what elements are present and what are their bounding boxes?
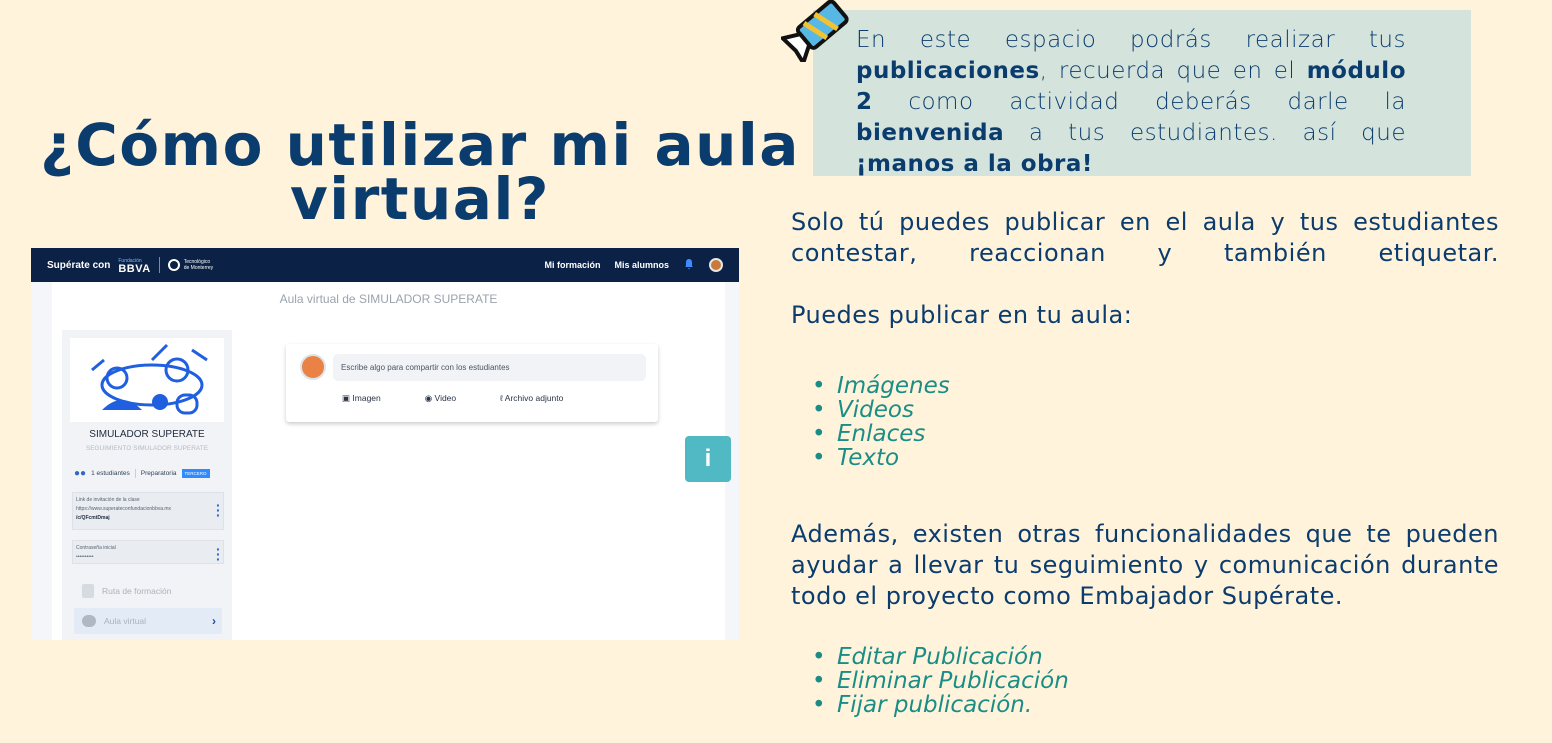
- callout-p2: , recuerda que en el: [1039, 58, 1307, 84]
- aula-virtual-screenshot: Supérate con Fundación BBVA Tecnológico …: [31, 248, 739, 640]
- brand-text[interactable]: Supérate con: [47, 260, 110, 271]
- document-icon: [82, 584, 94, 598]
- list-item: Fijar publicación.: [812, 693, 1069, 717]
- students-icon: ●●: [74, 468, 87, 479]
- chevron-right-icon: ›: [212, 614, 216, 628]
- page-title: ¿Cómo utilizar mi aula virtual?: [30, 111, 810, 233]
- list-item: Texto: [812, 446, 950, 470]
- bell-icon[interactable]: [683, 258, 695, 273]
- invite-label: Link de invitación de la clase: [76, 497, 140, 503]
- grade-tag: TERCERO: [181, 469, 210, 478]
- aula-page: Aula virtual de SIMULADOR SUPERATE ··· S…: [52, 282, 725, 640]
- bbva-label: BBVA: [118, 263, 151, 275]
- paragraph-features: Además, existen otras funcionalidades qu…: [791, 520, 1499, 610]
- page-title-line2: virtual?: [290, 165, 550, 233]
- attachment-button-label: Archivo adjunto: [504, 393, 564, 403]
- callout-b3: bienvenida: [856, 120, 1005, 146]
- list-item: Eliminar Publicación: [812, 669, 1069, 693]
- attachment-button[interactable]: ℓ Archivo adjunto: [500, 393, 563, 404]
- bbva-logo: Fundación BBVA: [118, 257, 151, 275]
- password-value: ••••••••••: [76, 554, 94, 560]
- callout-text: En este espacio podrás realizar tus publ…: [856, 25, 1406, 180]
- sidebar-item-aula[interactable]: Aula virtual ›: [74, 608, 222, 634]
- callout-b1: publicaciones: [856, 58, 1040, 84]
- tec-logo: Tecnológico de Monterrey: [167, 259, 214, 271]
- students-count: 1 estudiantes: [91, 470, 130, 477]
- page-title-line1: ¿Cómo utilizar mi aula: [40, 111, 800, 179]
- class-sidebar: ··· SIMULADOR SUPERATE SEGUIMIENTO SIMUL…: [62, 330, 232, 640]
- nav-right: Mi formación Mis alumnos: [544, 258, 723, 273]
- paragraph-publish-info: Solo tú puedes publicar en el aula y tus…: [791, 207, 1499, 269]
- password-label: Contraseña inicial: [76, 545, 116, 551]
- callout-b4: ¡manos a la obra!: [856, 151, 1093, 177]
- class-illustration: [70, 338, 224, 422]
- callout-p3: como actividad deberás darle la: [872, 89, 1406, 115]
- class-level: Preparatoria: [140, 470, 177, 477]
- image-button[interactable]: ▣ Imagen: [342, 393, 381, 404]
- callout-p1: En este espacio podrás realizar tus: [856, 27, 1406, 53]
- list-item: Videos: [812, 398, 950, 422]
- invite-url[interactable]: https://www.superateconfundacionbbva.mx: [76, 505, 220, 514]
- callout-box: En este espacio podrás realizar tus publ…: [813, 10, 1471, 177]
- tec-circle-icon: [167, 259, 180, 271]
- aula-title: Aula virtual de SIMULADOR SUPERATE: [279, 292, 498, 306]
- paragraph-publish-text: Solo tú puedes publicar en el aula y tus…: [791, 208, 1499, 267]
- callout-p4: a tus estudiantes. así que: [1004, 120, 1406, 146]
- invite-menu-icon[interactable]: · · ·: [216, 498, 221, 522]
- features-list: Editar Publicación Eliminar Publicación …: [812, 645, 1069, 717]
- meta-divider: [134, 469, 136, 478]
- nav-mis-alumnos[interactable]: Mis alumnos: [614, 260, 669, 270]
- top-navbar: Supérate con Fundación BBVA Tecnológico …: [31, 248, 739, 282]
- tec-line2: de Monterrey: [183, 265, 214, 271]
- video-button[interactable]: ◉ Video: [425, 393, 456, 404]
- class-subtitle: SEGUIMIENTO SIMULADOR SUPERATE: [85, 445, 209, 452]
- password-box: Contraseña inicial •••••••••• · · ·: [72, 540, 224, 566]
- nav-divider: [158, 257, 160, 273]
- nav-mi-formacion[interactable]: Mi formación: [544, 260, 600, 270]
- user-avatar[interactable]: [709, 258, 723, 272]
- candy-icon: [781, 0, 849, 62]
- sidebar-item-ruta[interactable]: Ruta de formación: [74, 578, 222, 604]
- list-item: Enlaces: [812, 422, 950, 446]
- invite-code[interactable]: /c/QFcmtDmaj: [76, 515, 110, 521]
- post-actions: ▣ Imagen ◉ Video ℓ Archivo adjunto: [342, 393, 563, 404]
- class-meta: ●● 1 estudiantes Preparatoria TERCERO: [74, 468, 210, 479]
- video-button-label: Video: [434, 393, 457, 403]
- sidebar-item-ruta-label: Ruta de formación: [102, 586, 172, 596]
- teacher-avatar: [300, 354, 326, 380]
- post-input[interactable]: Escribe algo para compartir con los estu…: [333, 354, 646, 381]
- publish-types-list: Imágenes Videos Enlaces Texto: [812, 374, 950, 470]
- image-button-label: Imagen: [352, 393, 381, 403]
- class-name: SIMULADOR SUPERATE: [89, 429, 205, 440]
- sidebar-item-aula-label: Aula virtual: [104, 616, 147, 626]
- password-menu-icon[interactable]: · · ·: [216, 542, 221, 566]
- info-button[interactable]: i: [685, 436, 731, 482]
- list-item: Imágenes: [812, 374, 950, 398]
- paragraph-can-publish: Puedes publicar en tu aula:: [791, 301, 1133, 329]
- chat-bubble-icon: [82, 615, 96, 627]
- invite-link-box: Link de invitación de la clase https://w…: [72, 492, 224, 530]
- post-composer: Escribe algo para compartir con los estu…: [286, 344, 658, 422]
- list-item: Editar Publicación: [812, 645, 1069, 669]
